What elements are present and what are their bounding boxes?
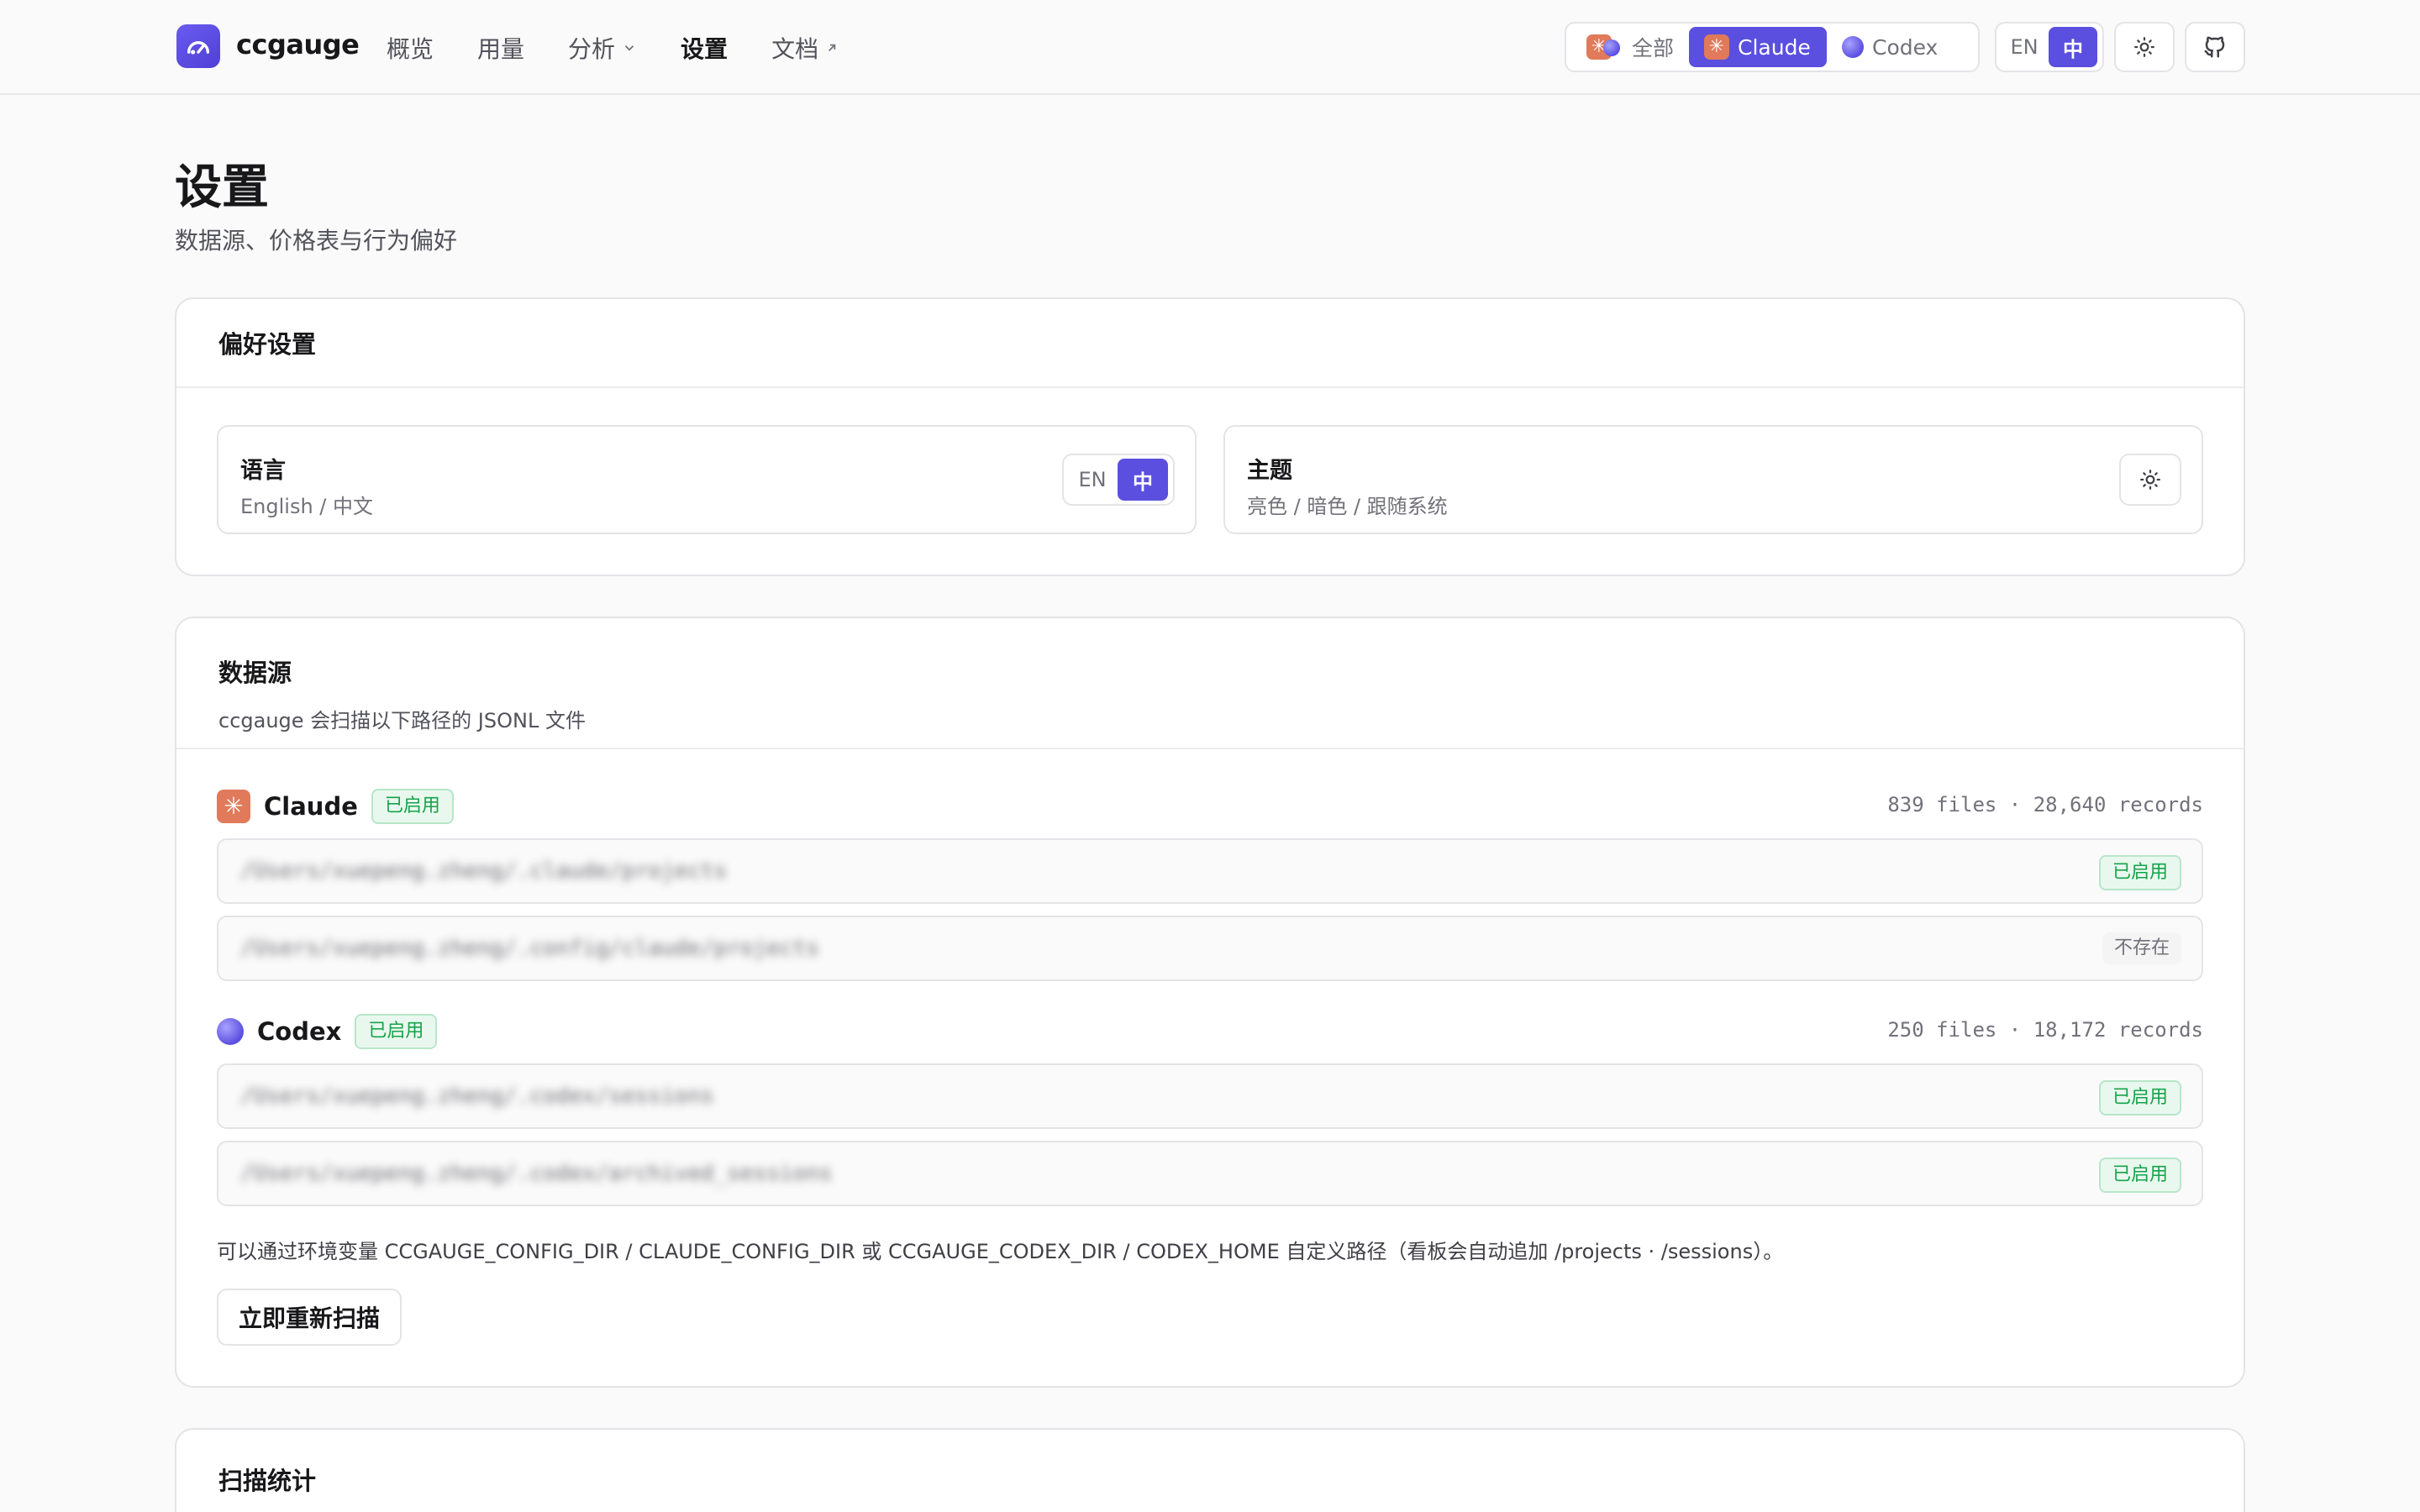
nav-usage-label: 用量 xyxy=(477,34,525,63)
page-subtitle: 数据源、价格表与行为偏好 xyxy=(175,227,458,255)
source-all-button[interactable]: ✳ 全部 xyxy=(1571,27,1689,67)
datasource-desc: ccgauge 会扫描以下路径的 JSONL 文件 xyxy=(218,709,586,732)
language-toggle: EN 中 xyxy=(1995,22,2104,72)
source-claude-button[interactable]: ✳ Claude xyxy=(1689,27,1827,67)
path-text: /Users/xuepeng.zheng/.codex/archived_ses… xyxy=(240,1161,833,1186)
codex-source-header: Codex 已启用 xyxy=(217,1013,438,1050)
claude-status-badge: 已启用 xyxy=(371,789,454,824)
nav-docs-label: 文档 xyxy=(771,34,819,63)
rescan-button[interactable]: 立即重新扫描 xyxy=(217,1289,402,1346)
codex-path-row: /Users/xuepeng.zheng/.codex/archived_ses… xyxy=(217,1141,2203,1206)
claude-icon: ✳ xyxy=(1704,34,1729,60)
sun-icon xyxy=(2134,37,2154,57)
path-text: /Users/xuepeng.zheng/.codex/sessions xyxy=(240,1084,714,1109)
source-codex-button[interactable]: Codex xyxy=(1827,27,1961,67)
sun-icon xyxy=(2140,470,2160,490)
scan-stats-card: 扫描统计 xyxy=(175,1428,2245,1512)
chevron-down-icon xyxy=(624,45,634,51)
page-title: 设置 xyxy=(175,160,269,215)
claude-stats: 839 files · 28,640 records xyxy=(1887,793,2203,816)
top-header: ccgauge 概览 用量 分析 设置 文档 ✳ 全部 ✳ Claude Cod… xyxy=(0,0,2420,95)
nav-analysis-label: 分析 xyxy=(568,34,616,63)
lang-zh-button[interactable]: 中 xyxy=(2049,27,2097,67)
codex-icon xyxy=(1842,36,1864,58)
gauge-icon xyxy=(187,41,210,55)
source-codex-label: Codex xyxy=(1872,34,1939,60)
preferences-title: 偏好设置 xyxy=(218,330,317,359)
path-status-badge: 已启用 xyxy=(2098,1080,2181,1116)
language-hint: English / 中文 xyxy=(240,495,374,518)
source-filter: ✳ 全部 ✳ Claude Codex xyxy=(1565,22,1980,72)
brand-name[interactable]: ccgauge xyxy=(236,29,360,60)
datasource-title: 数据源 xyxy=(218,659,292,687)
preferences-card-header: 偏好设置 xyxy=(176,299,2244,388)
nav-settings-label: 设置 xyxy=(681,34,729,63)
codex-icon xyxy=(217,1018,244,1045)
datasource-card: 数据源 ccgauge 会扫描以下路径的 JSONL 文件 xyxy=(175,617,2245,1388)
path-status-badge: 已启用 xyxy=(2098,1158,2181,1193)
nav-docs[interactable]: 文档 xyxy=(771,31,839,65)
pref-lang-zh-button[interactable]: 中 xyxy=(1118,459,1168,501)
language-label: 语言 xyxy=(240,458,286,484)
pref-theme-button[interactable] xyxy=(2119,454,2181,506)
theme-hint: 亮色 / 暗色 / 跟随系统 xyxy=(1247,495,1448,518)
codex-path-row: /Users/xuepeng.zheng/.codex/sessions 已启用 xyxy=(217,1063,2203,1129)
path-text: /Users/xuepeng.zheng/.config/claude/proj… xyxy=(240,936,819,961)
claude-path-row: /Users/xuepeng.zheng/.config/claude/proj… xyxy=(217,916,2203,981)
claude-icon: ✳ xyxy=(217,790,250,823)
theme-pref: 主题 亮色 / 暗色 / 跟随系统 xyxy=(1223,425,2203,534)
app-logo[interactable] xyxy=(176,24,220,68)
all-sources-icon: ✳ xyxy=(1586,34,1623,60)
codex-source-name: Codex xyxy=(257,1017,342,1046)
claude-source-header: ✳ Claude 已启用 xyxy=(217,788,454,825)
pref-lang-en-button[interactable]: EN xyxy=(1067,459,1118,501)
nav-settings[interactable]: 设置 xyxy=(681,31,728,65)
github-button[interactable] xyxy=(2185,22,2245,72)
external-link-icon xyxy=(829,44,836,51)
nav-usage[interactable]: 用量 xyxy=(477,31,524,65)
codex-status-badge: 已启用 xyxy=(355,1014,438,1049)
path-text: /Users/xuepeng.zheng/.claude/projects xyxy=(240,858,728,884)
datasource-card-header: 数据源 ccgauge 会扫描以下路径的 JSONL 文件 xyxy=(176,618,2244,749)
theme-toggle-button[interactable] xyxy=(2114,22,2175,72)
env-var-note: 可以通过环境变量 CCGAUGE_CONFIG_DIR / CLAUDE_CON… xyxy=(217,1240,1784,1263)
language-pref: 语言 English / 中文 EN 中 xyxy=(217,425,1197,534)
codex-stats: 250 files · 18,172 records xyxy=(1887,1018,2203,1042)
language-pref-toggle: EN 中 xyxy=(1062,454,1175,506)
scan-stats-title: 扫描统计 xyxy=(218,1467,317,1495)
source-claude-label: Claude xyxy=(1738,34,1811,60)
claude-source-name: Claude xyxy=(264,792,358,821)
main-nav: 概览 用量 分析 设置 文档 xyxy=(387,0,882,95)
source-all-label: 全部 xyxy=(1632,36,1675,60)
claude-path-row: /Users/xuepeng.zheng/.claude/projects 已启… xyxy=(217,838,2203,904)
theme-label: 主题 xyxy=(1247,458,1292,484)
path-status-badge: 不存在 xyxy=(2102,932,2181,964)
nav-analysis[interactable]: 分析 xyxy=(568,31,637,65)
nav-overview-label: 概览 xyxy=(387,34,434,63)
github-icon xyxy=(2204,36,2225,58)
lang-en-button[interactable]: EN xyxy=(2000,27,2049,67)
nav-overview[interactable]: 概览 xyxy=(387,31,434,65)
path-status-badge: 已启用 xyxy=(2098,855,2181,890)
